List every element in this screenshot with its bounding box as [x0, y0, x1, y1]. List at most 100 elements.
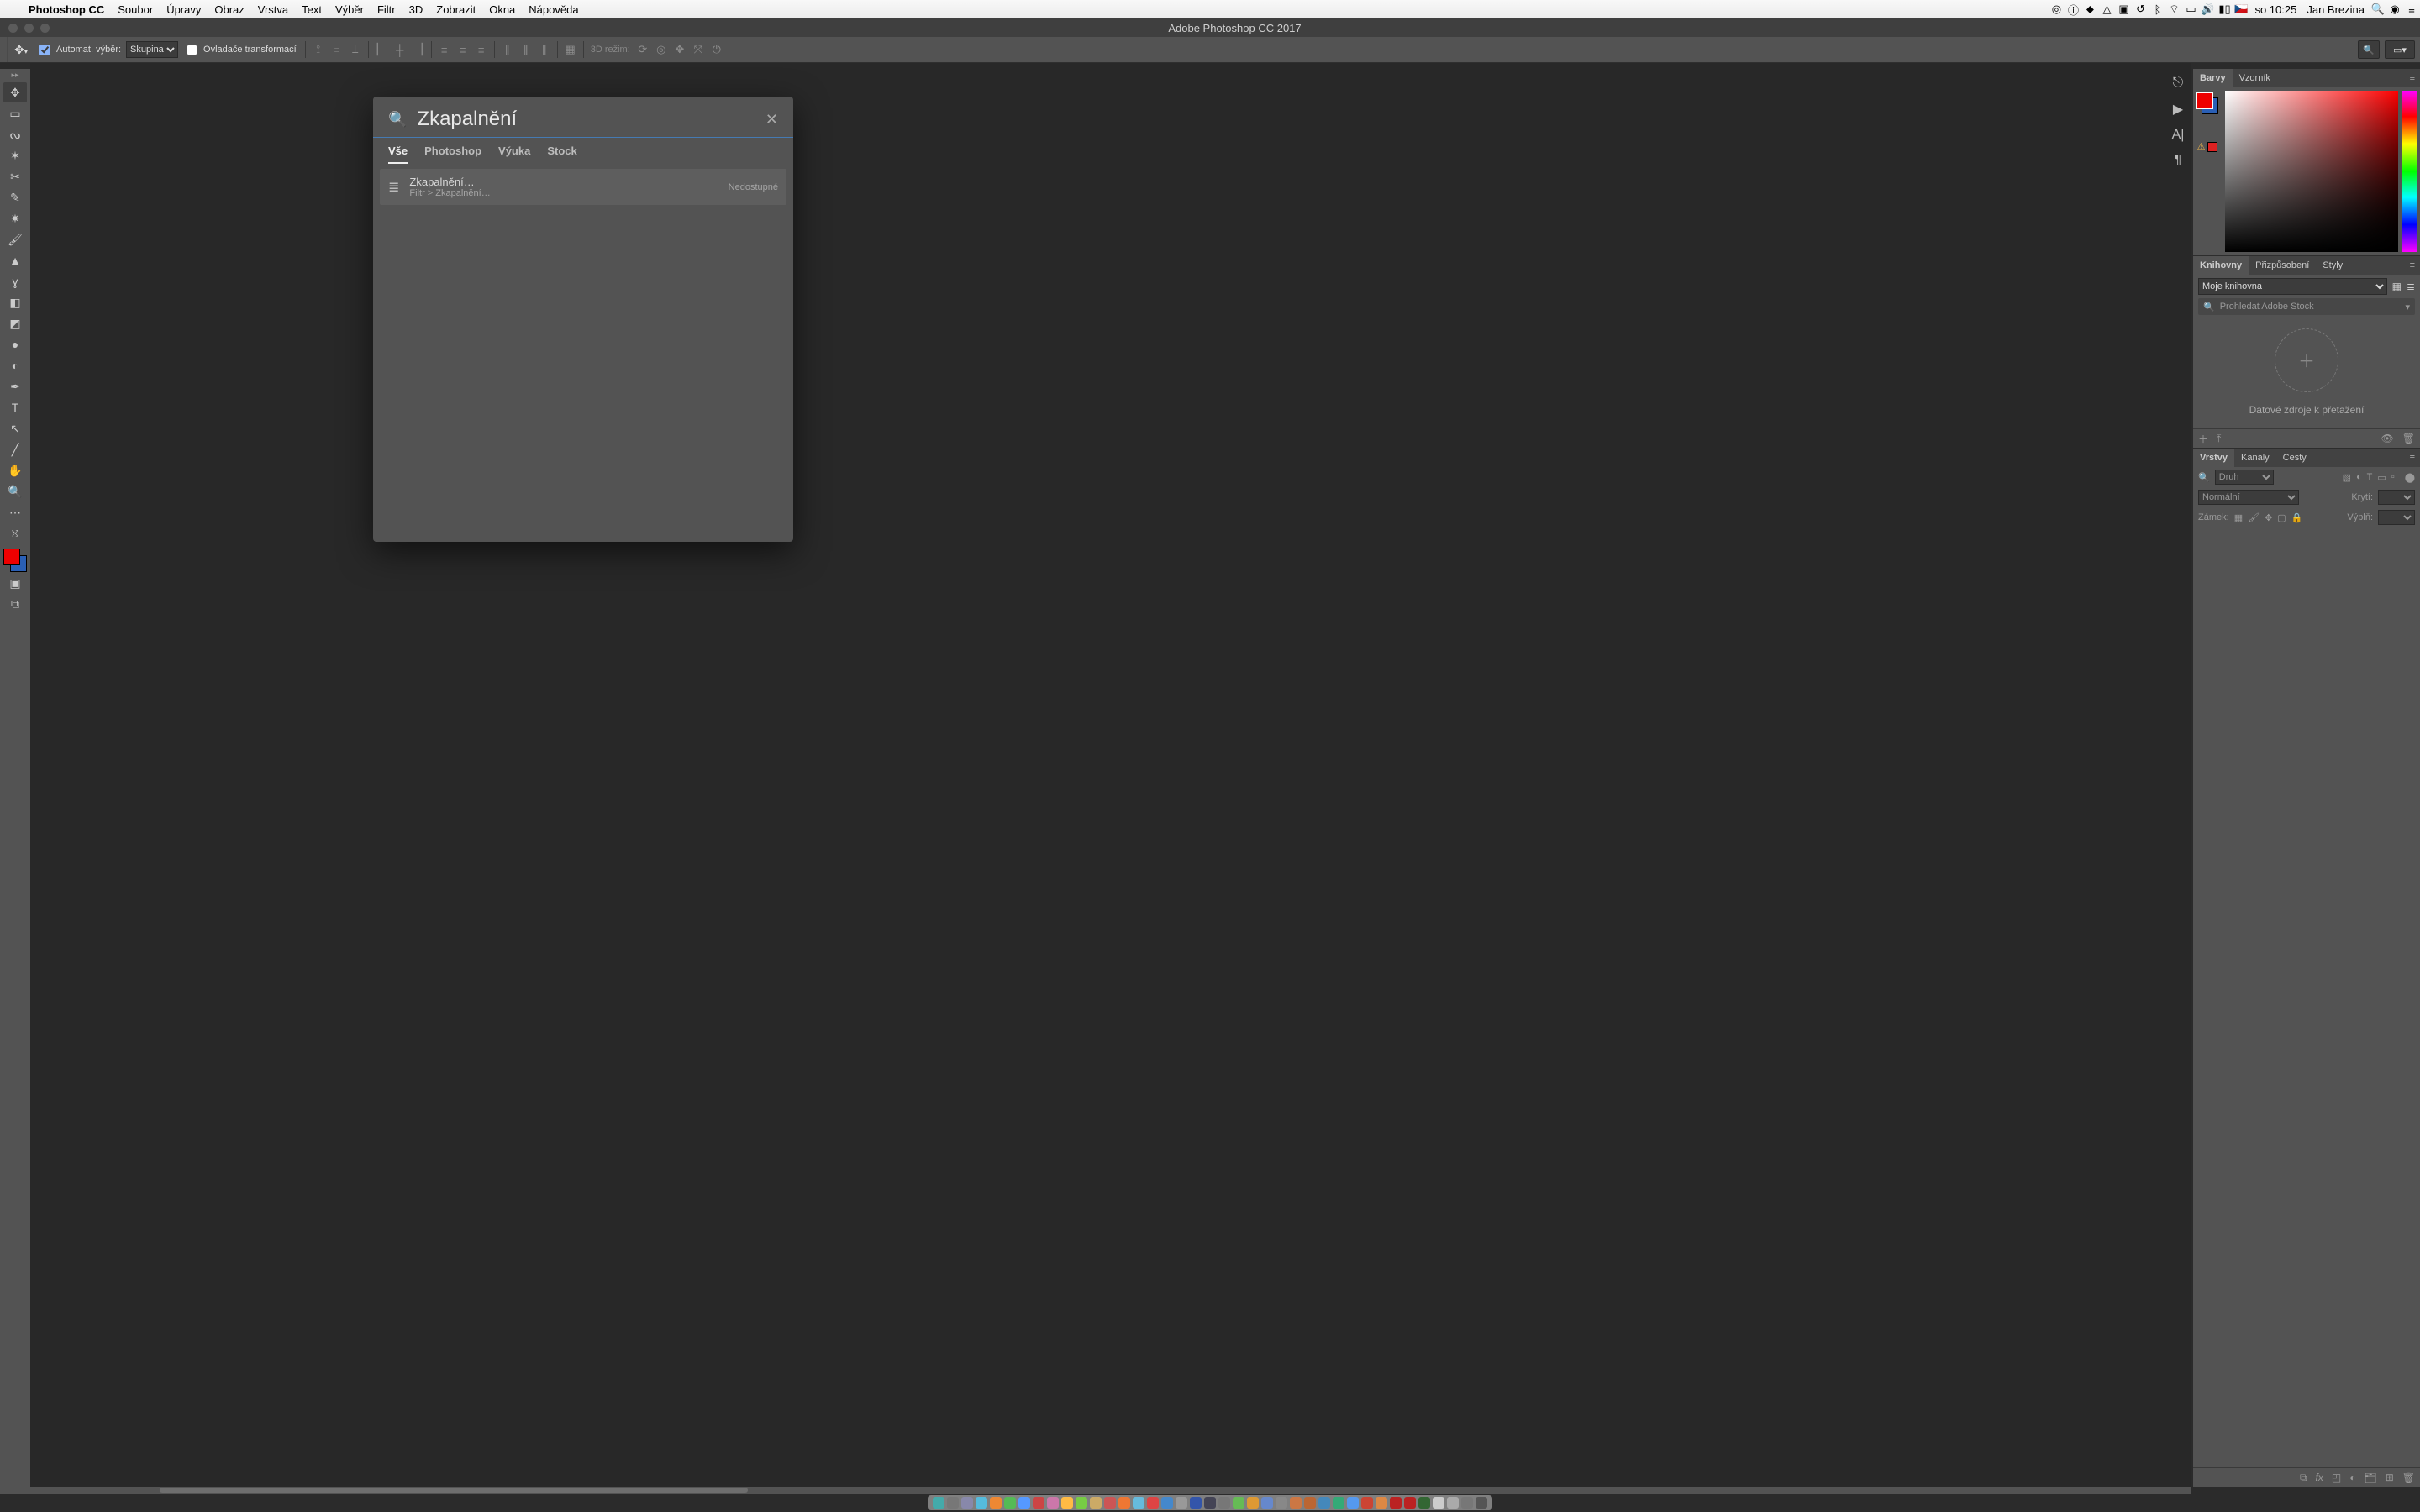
- dock-app-icon[interactable]: [1304, 1497, 1316, 1509]
- menu-edit[interactable]: Úpravy: [166, 3, 201, 16]
- siri-icon[interactable]: ◉: [2386, 3, 2403, 16]
- libraries-panel-menu-icon[interactable]: ≡: [2410, 260, 2415, 270]
- crop-tool[interactable]: ✂: [3, 166, 27, 186]
- distribute-vcenter-icon[interactable]: ≡: [454, 40, 472, 59]
- timemachine-icon[interactable]: ↺: [2132, 3, 2149, 16]
- menu-window[interactable]: Okna: [489, 3, 515, 16]
- layer-fill-field[interactable]: [2378, 510, 2415, 525]
- menu-file[interactable]: Soubor: [118, 3, 153, 16]
- blur-tool[interactable]: ●: [3, 334, 27, 354]
- dock-app-icon[interactable]: [1433, 1497, 1444, 1509]
- app-search-button[interactable]: 🔍: [2358, 40, 2380, 59]
- align-bottom-icon[interactable]: ⟘: [346, 40, 365, 59]
- character-panel-icon[interactable]: A|: [2172, 128, 2185, 143]
- dock-app-icon[interactable]: [1233, 1497, 1244, 1509]
- options-bar-grip[interactable]: [0, 37, 8, 62]
- app-search-input[interactable]: [415, 107, 758, 132]
- layer-mask-icon[interactable]: ◰: [2332, 1472, 2341, 1483]
- lock-position-icon[interactable]: ✥: [2265, 512, 2272, 523]
- align-top-icon[interactable]: ⟟: [309, 40, 328, 59]
- align-vcenter-icon[interactable]: ⌯: [328, 40, 346, 59]
- search-tab-stock[interactable]: Stock: [547, 144, 576, 164]
- current-tool-icon[interactable]: ✥▾: [11, 43, 31, 57]
- dock-app-icon[interactable]: [1476, 1497, 1487, 1509]
- dock-app-icon[interactable]: [1018, 1497, 1030, 1509]
- tab-styles[interactable]: Styly: [2316, 256, 2349, 275]
- menu-select[interactable]: Výběr: [335, 3, 364, 16]
- edit-toolbar-button[interactable]: ⋯: [3, 502, 27, 522]
- tab-layers[interactable]: Vrstvy: [2193, 449, 2234, 467]
- history-panel-icon[interactable]: ⎋: [2173, 76, 2184, 91]
- tools-grip[interactable]: ▸▸: [11, 71, 18, 80]
- menubar-user[interactable]: Jan Brezina: [2307, 3, 2365, 16]
- dock-app-icon[interactable]: [1161, 1497, 1173, 1509]
- distribute-bottom-icon[interactable]: ≡: [472, 40, 491, 59]
- dock-app-icon[interactable]: [1361, 1497, 1373, 1509]
- dock-app-icon[interactable]: [1204, 1497, 1216, 1509]
- search-tab-all[interactable]: Vše: [388, 144, 408, 164]
- cc-icon[interactable]: ◎: [2048, 3, 2065, 16]
- menu-help[interactable]: Nápověda: [529, 3, 578, 16]
- menu-layer[interactable]: Vrstva: [258, 3, 288, 16]
- distribute-hcenter-icon[interactable]: ∥: [517, 40, 535, 59]
- layer-group-icon[interactable]: 🗂: [2364, 1472, 2376, 1483]
- search-tab-photoshop[interactable]: Photoshop: [424, 144, 481, 164]
- dock-app-icon[interactable]: [1133, 1497, 1144, 1509]
- library-view-list-icon[interactable]: ≣: [2407, 281, 2415, 292]
- dock-app-icon[interactable]: [1033, 1497, 1044, 1509]
- screenmode-button[interactable]: ⧉: [3, 594, 27, 614]
- align-hcenter-icon[interactable]: ┼: [391, 40, 409, 59]
- hue-slider[interactable]: [2402, 91, 2417, 252]
- layer-trash-icon[interactable]: 🗑: [2402, 1472, 2415, 1483]
- distribute-right-icon[interactable]: ∥: [535, 40, 554, 59]
- library-add-asset-icon[interactable]: ＋: [2198, 432, 2208, 446]
- quickmask-button[interactable]: ▣: [3, 573, 27, 593]
- pen-tool[interactable]: ✒: [3, 376, 27, 396]
- quick-select-tool[interactable]: ✶: [3, 145, 27, 165]
- dropbox-icon[interactable]: ⬥: [2081, 3, 2098, 16]
- library-trash-icon[interactable]: 🗑: [2402, 433, 2415, 444]
- lock-pixels-icon[interactable]: 🖌: [2248, 512, 2260, 523]
- color-panel-menu-icon[interactable]: ≡: [2410, 73, 2415, 83]
- auto-align-icon[interactable]: ▦: [561, 40, 580, 59]
- layer-opacity-field[interactable]: [2378, 490, 2415, 505]
- dock-app-icon[interactable]: [947, 1497, 959, 1509]
- align-right-icon[interactable]: ▕: [409, 40, 428, 59]
- dock-app-icon[interactable]: [990, 1497, 1002, 1509]
- type-tool[interactable]: T: [3, 397, 27, 417]
- layer-new-icon[interactable]: ⊞: [2386, 1472, 2394, 1483]
- dock-app-icon[interactable]: [1276, 1497, 1287, 1509]
- photos-icon[interactable]: ▣: [2115, 3, 2132, 16]
- dock-app-icon[interactable]: [1376, 1497, 1387, 1509]
- battery-icon[interactable]: ▮▯: [2216, 3, 2233, 16]
- color-panel-swatches[interactable]: [2196, 92, 2218, 114]
- tab-channels[interactable]: Kanály: [2234, 449, 2276, 467]
- dock-app-icon[interactable]: [1261, 1497, 1273, 1509]
- displays-icon[interactable]: ▭: [2182, 3, 2199, 16]
- filter-smart-icon[interactable]: ▫: [2391, 472, 2395, 482]
- onepass-icon[interactable]: ⓘ: [2065, 2, 2081, 18]
- library-view-grid-icon[interactable]: ▦: [2392, 281, 2402, 292]
- tab-paths[interactable]: Cesty: [2276, 449, 2313, 467]
- volume-icon[interactable]: 🔊: [2199, 3, 2216, 16]
- filter-shape-icon[interactable]: ▭: [2377, 472, 2386, 483]
- dock-app-icon[interactable]: [1004, 1497, 1016, 1509]
- dock-app-icon[interactable]: [976, 1497, 987, 1509]
- layers-panel-menu-icon[interactable]: ≡: [2410, 453, 2415, 463]
- distribute-top-icon[interactable]: ≡: [435, 40, 454, 59]
- menu-image[interactable]: Obraz: [214, 3, 244, 16]
- layer-adjust-icon[interactable]: ◐: [2349, 1472, 2355, 1483]
- move-tool[interactable]: ✥: [3, 82, 27, 102]
- dock-app-icon[interactable]: [1347, 1497, 1359, 1509]
- gradient-tool[interactable]: ◩: [3, 313, 27, 333]
- lock-artboard-icon[interactable]: ▢: [2277, 512, 2286, 523]
- menu-text[interactable]: Text: [302, 3, 322, 16]
- wifi-icon[interactable]: ⌔: [2165, 3, 2182, 16]
- tab-swatches[interactable]: Vzorník: [2233, 69, 2277, 87]
- path-select-tool[interactable]: ↖: [3, 418, 27, 438]
- app-menu[interactable]: Photoshop CC: [29, 3, 104, 16]
- notification-center-icon[interactable]: ≡: [2403, 3, 2420, 16]
- filter-toggle-icon[interactable]: ⬤: [2405, 472, 2415, 483]
- dock-app-icon[interactable]: [1290, 1497, 1302, 1509]
- dock-app-icon[interactable]: [961, 1497, 973, 1509]
